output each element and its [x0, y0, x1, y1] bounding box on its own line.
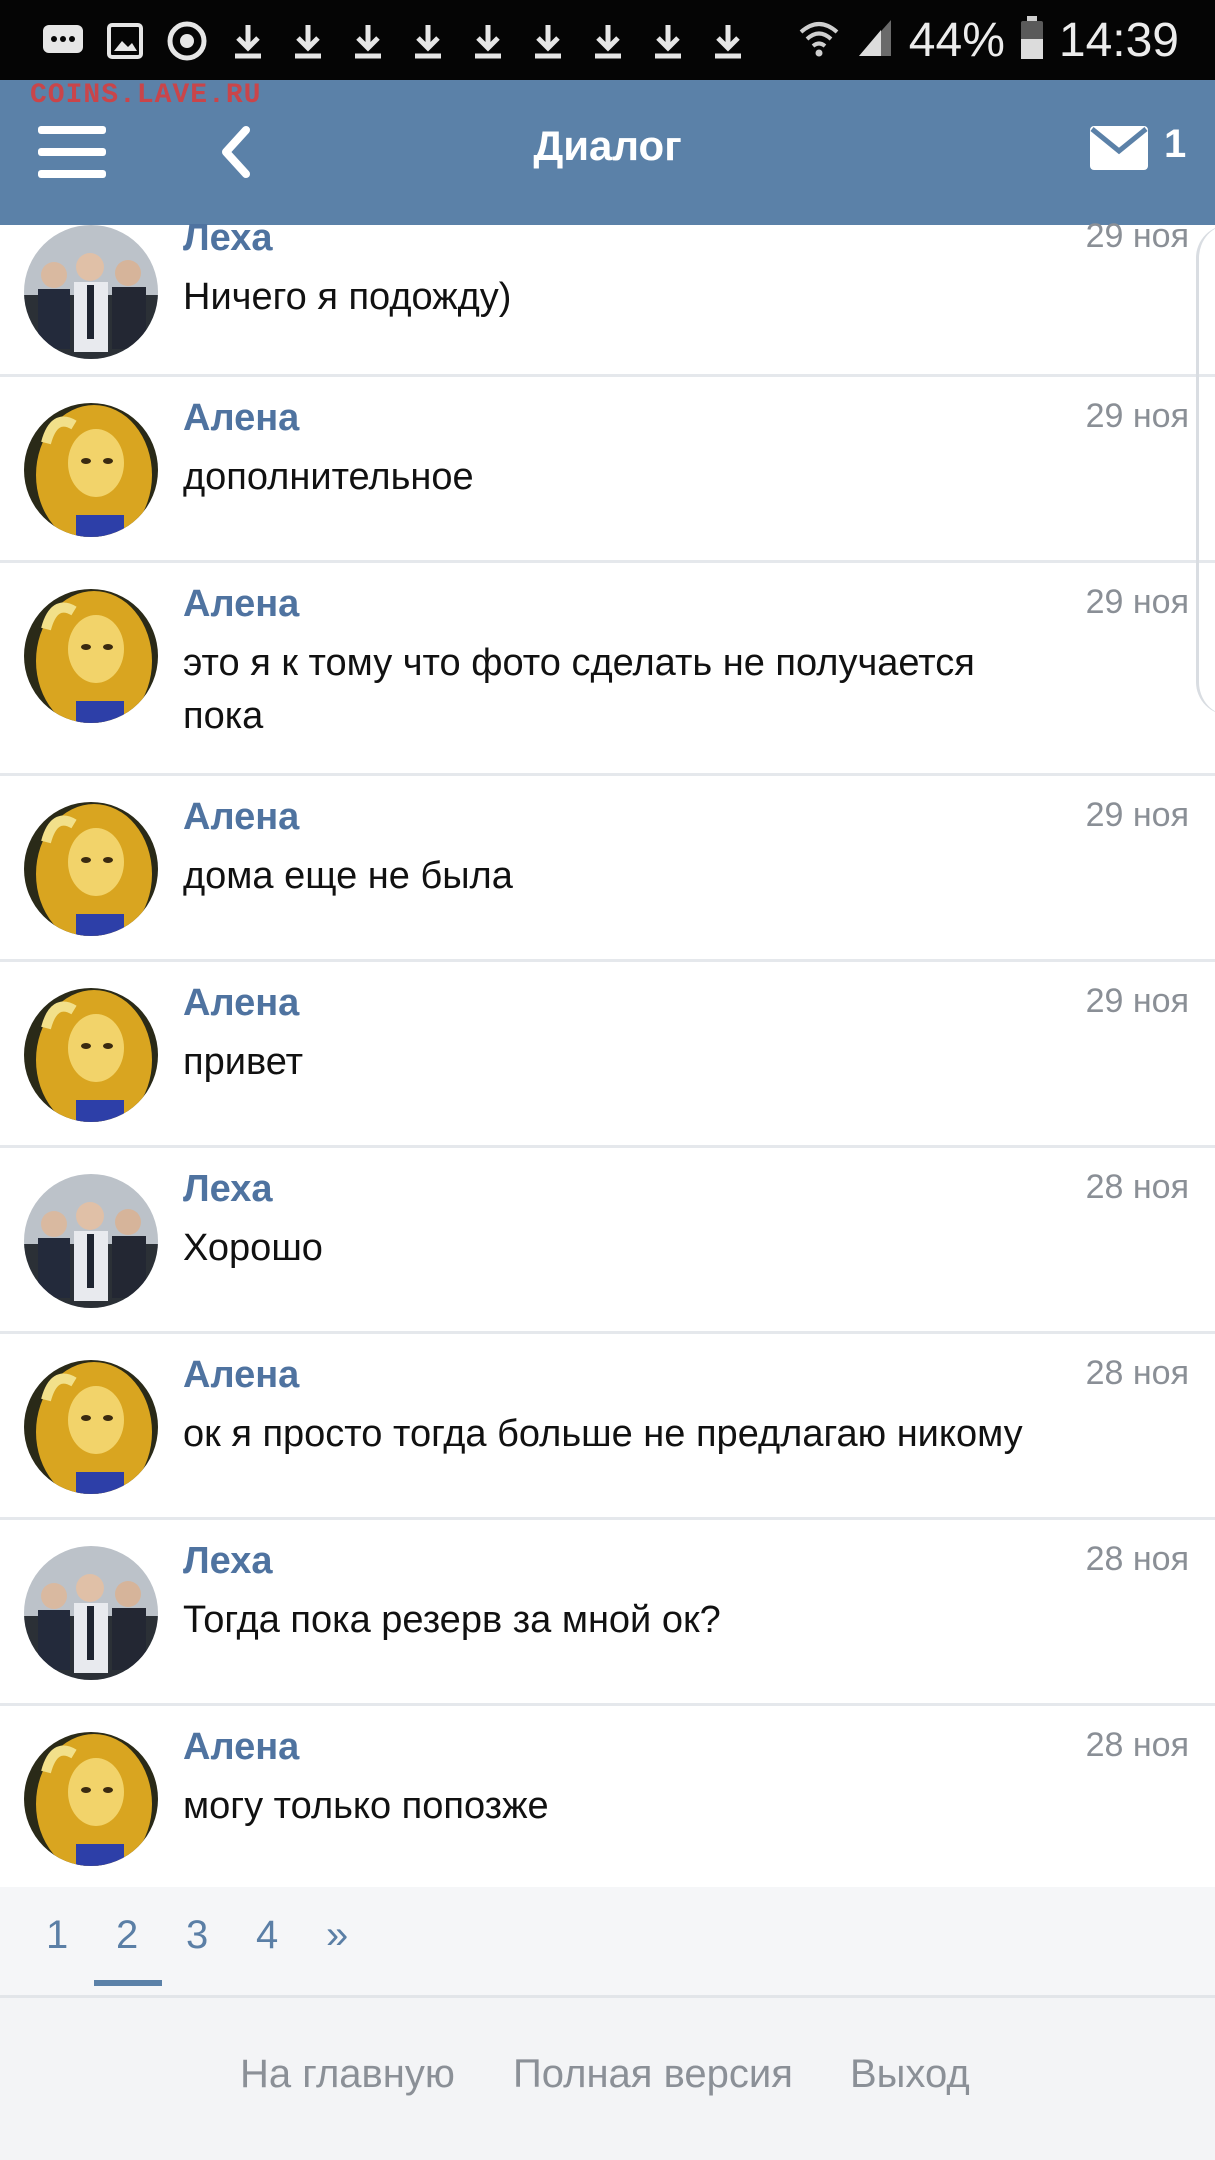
message-author[interactable]: Алена — [183, 397, 299, 440]
message-date: 28 ноя — [1085, 1540, 1189, 1578]
avatar-group-photo[interactable] — [24, 1546, 158, 1680]
message-item[interactable]: Алена 28 ноя могу только попозже — [0, 1706, 1215, 1892]
page-title: Диалог — [533, 122, 682, 169]
download-icon — [226, 18, 270, 64]
signal-icon — [855, 16, 895, 65]
avatar-female-photo[interactable] — [24, 1732, 158, 1866]
footer-logout-link[interactable]: Выход — [850, 2052, 970, 2097]
download-icon — [526, 18, 570, 64]
battery-icon — [1019, 15, 1045, 66]
message-author[interactable]: Алена — [183, 1726, 299, 1769]
message-date: 29 ноя — [1085, 796, 1189, 834]
avatar-female-photo[interactable] — [24, 988, 158, 1122]
message-author[interactable]: Алена — [183, 1354, 299, 1397]
message-date: 29 ноя — [1085, 397, 1189, 435]
message-author[interactable]: Леха — [183, 1168, 273, 1211]
current-page-indicator — [94, 1980, 162, 1986]
message-text: привет — [183, 1041, 303, 1083]
scroll-edge[interactable] — [1196, 225, 1215, 715]
message-author[interactable]: Алена — [183, 583, 299, 626]
page-link-next[interactable]: » — [326, 1913, 348, 1958]
message-date: 29 ноя — [1085, 217, 1189, 255]
message-author[interactable]: Леха — [183, 1540, 273, 1583]
download-icon — [346, 18, 390, 64]
gallery-icon — [102, 18, 148, 64]
message-text: Тогда пока резерв за мной ок? — [183, 1599, 721, 1641]
message-date: 28 ноя — [1085, 1726, 1189, 1764]
message-author[interactable]: Леха — [183, 217, 273, 260]
footer-home-link[interactable]: На главную — [240, 2052, 455, 2097]
message-item[interactable]: Алена 29 ноя привет — [0, 962, 1215, 1148]
message-text: дома еще не была — [183, 855, 513, 897]
message-item[interactable]: Леха 28 ноя Хорошо — [0, 1148, 1215, 1334]
download-icon — [586, 18, 630, 64]
message-item[interactable]: Алена 29 ноя дополнительное — [0, 377, 1215, 563]
avatar-group-photo[interactable] — [24, 225, 158, 359]
page-link-4[interactable]: 4 — [256, 1913, 278, 1958]
message-item[interactable]: Алена 29 ноя это я к тому что фото сдела… — [0, 563, 1215, 776]
avatar-group-photo[interactable] — [24, 1174, 158, 1308]
wifi-icon — [797, 16, 841, 65]
avatar-female-photo[interactable] — [24, 589, 158, 723]
message-text: это я к тому что фото сделать не получае… — [183, 642, 975, 737]
message-item[interactable]: Леха 28 ноя Тогда пока резерв за мной ок… — [0, 1520, 1215, 1706]
download-icon — [406, 18, 450, 64]
message-icon — [40, 18, 86, 64]
watermark: COINS.LAVE.RU — [30, 80, 262, 111]
message-text: Ничего я подожду) — [183, 276, 512, 318]
page-link-1[interactable]: 1 — [46, 1913, 68, 1958]
message-text: Хорошо — [183, 1227, 323, 1269]
page-link-3[interactable]: 3 — [186, 1913, 208, 1958]
unread-count-badge[interactable]: 1 — [1164, 122, 1186, 167]
message-author[interactable]: Алена — [183, 796, 299, 839]
message-date: 29 ноя — [1085, 583, 1189, 621]
notification-icons — [40, 18, 750, 64]
page-link-2[interactable]: 2 — [116, 1913, 138, 1958]
download-icon — [706, 18, 750, 64]
message-text: ок я просто тогда больше не предлагаю ни… — [183, 1413, 1023, 1455]
pagination: 1 2 3 4 » — [0, 1887, 1215, 1998]
battery-percent: 44% — [908, 13, 1005, 67]
clock: 14:39 — [1058, 13, 1179, 67]
avatar-female-photo[interactable] — [24, 403, 158, 537]
avatar-female-photo[interactable] — [24, 1360, 158, 1494]
footer: На главную Полная версия Выход — [0, 1998, 1215, 2160]
download-icon — [286, 18, 330, 64]
message-item[interactable]: Леха 29 ноя Ничего я подожду) — [0, 217, 1215, 377]
message-text: могу только попозже — [183, 1785, 549, 1827]
download-icon — [466, 18, 510, 64]
message-date: 28 ноя — [1085, 1168, 1189, 1206]
message-author[interactable]: Алена — [183, 982, 299, 1025]
download-icon — [646, 18, 690, 64]
avatar-female-photo[interactable] — [24, 802, 158, 936]
footer-full-version-link[interactable]: Полная версия — [513, 2052, 793, 2097]
status-bar: 44% 14:39 — [0, 0, 1215, 80]
message-date: 29 ноя — [1085, 982, 1189, 1020]
message-date: 28 ноя — [1085, 1354, 1189, 1392]
mail-button[interactable] — [1088, 124, 1150, 174]
message-item[interactable]: Алена 29 ноя дома еще не была — [0, 776, 1215, 962]
message-item[interactable]: Алена 28 ноя ок я просто тогда больше не… — [0, 1334, 1215, 1520]
message-list: Леха 29 ноя Ничего я подожду) Алена 29 н… — [0, 217, 1215, 1892]
sync-icon — [164, 18, 210, 64]
message-text: дополнительное — [183, 456, 474, 498]
envelope-icon — [1090, 126, 1148, 170]
